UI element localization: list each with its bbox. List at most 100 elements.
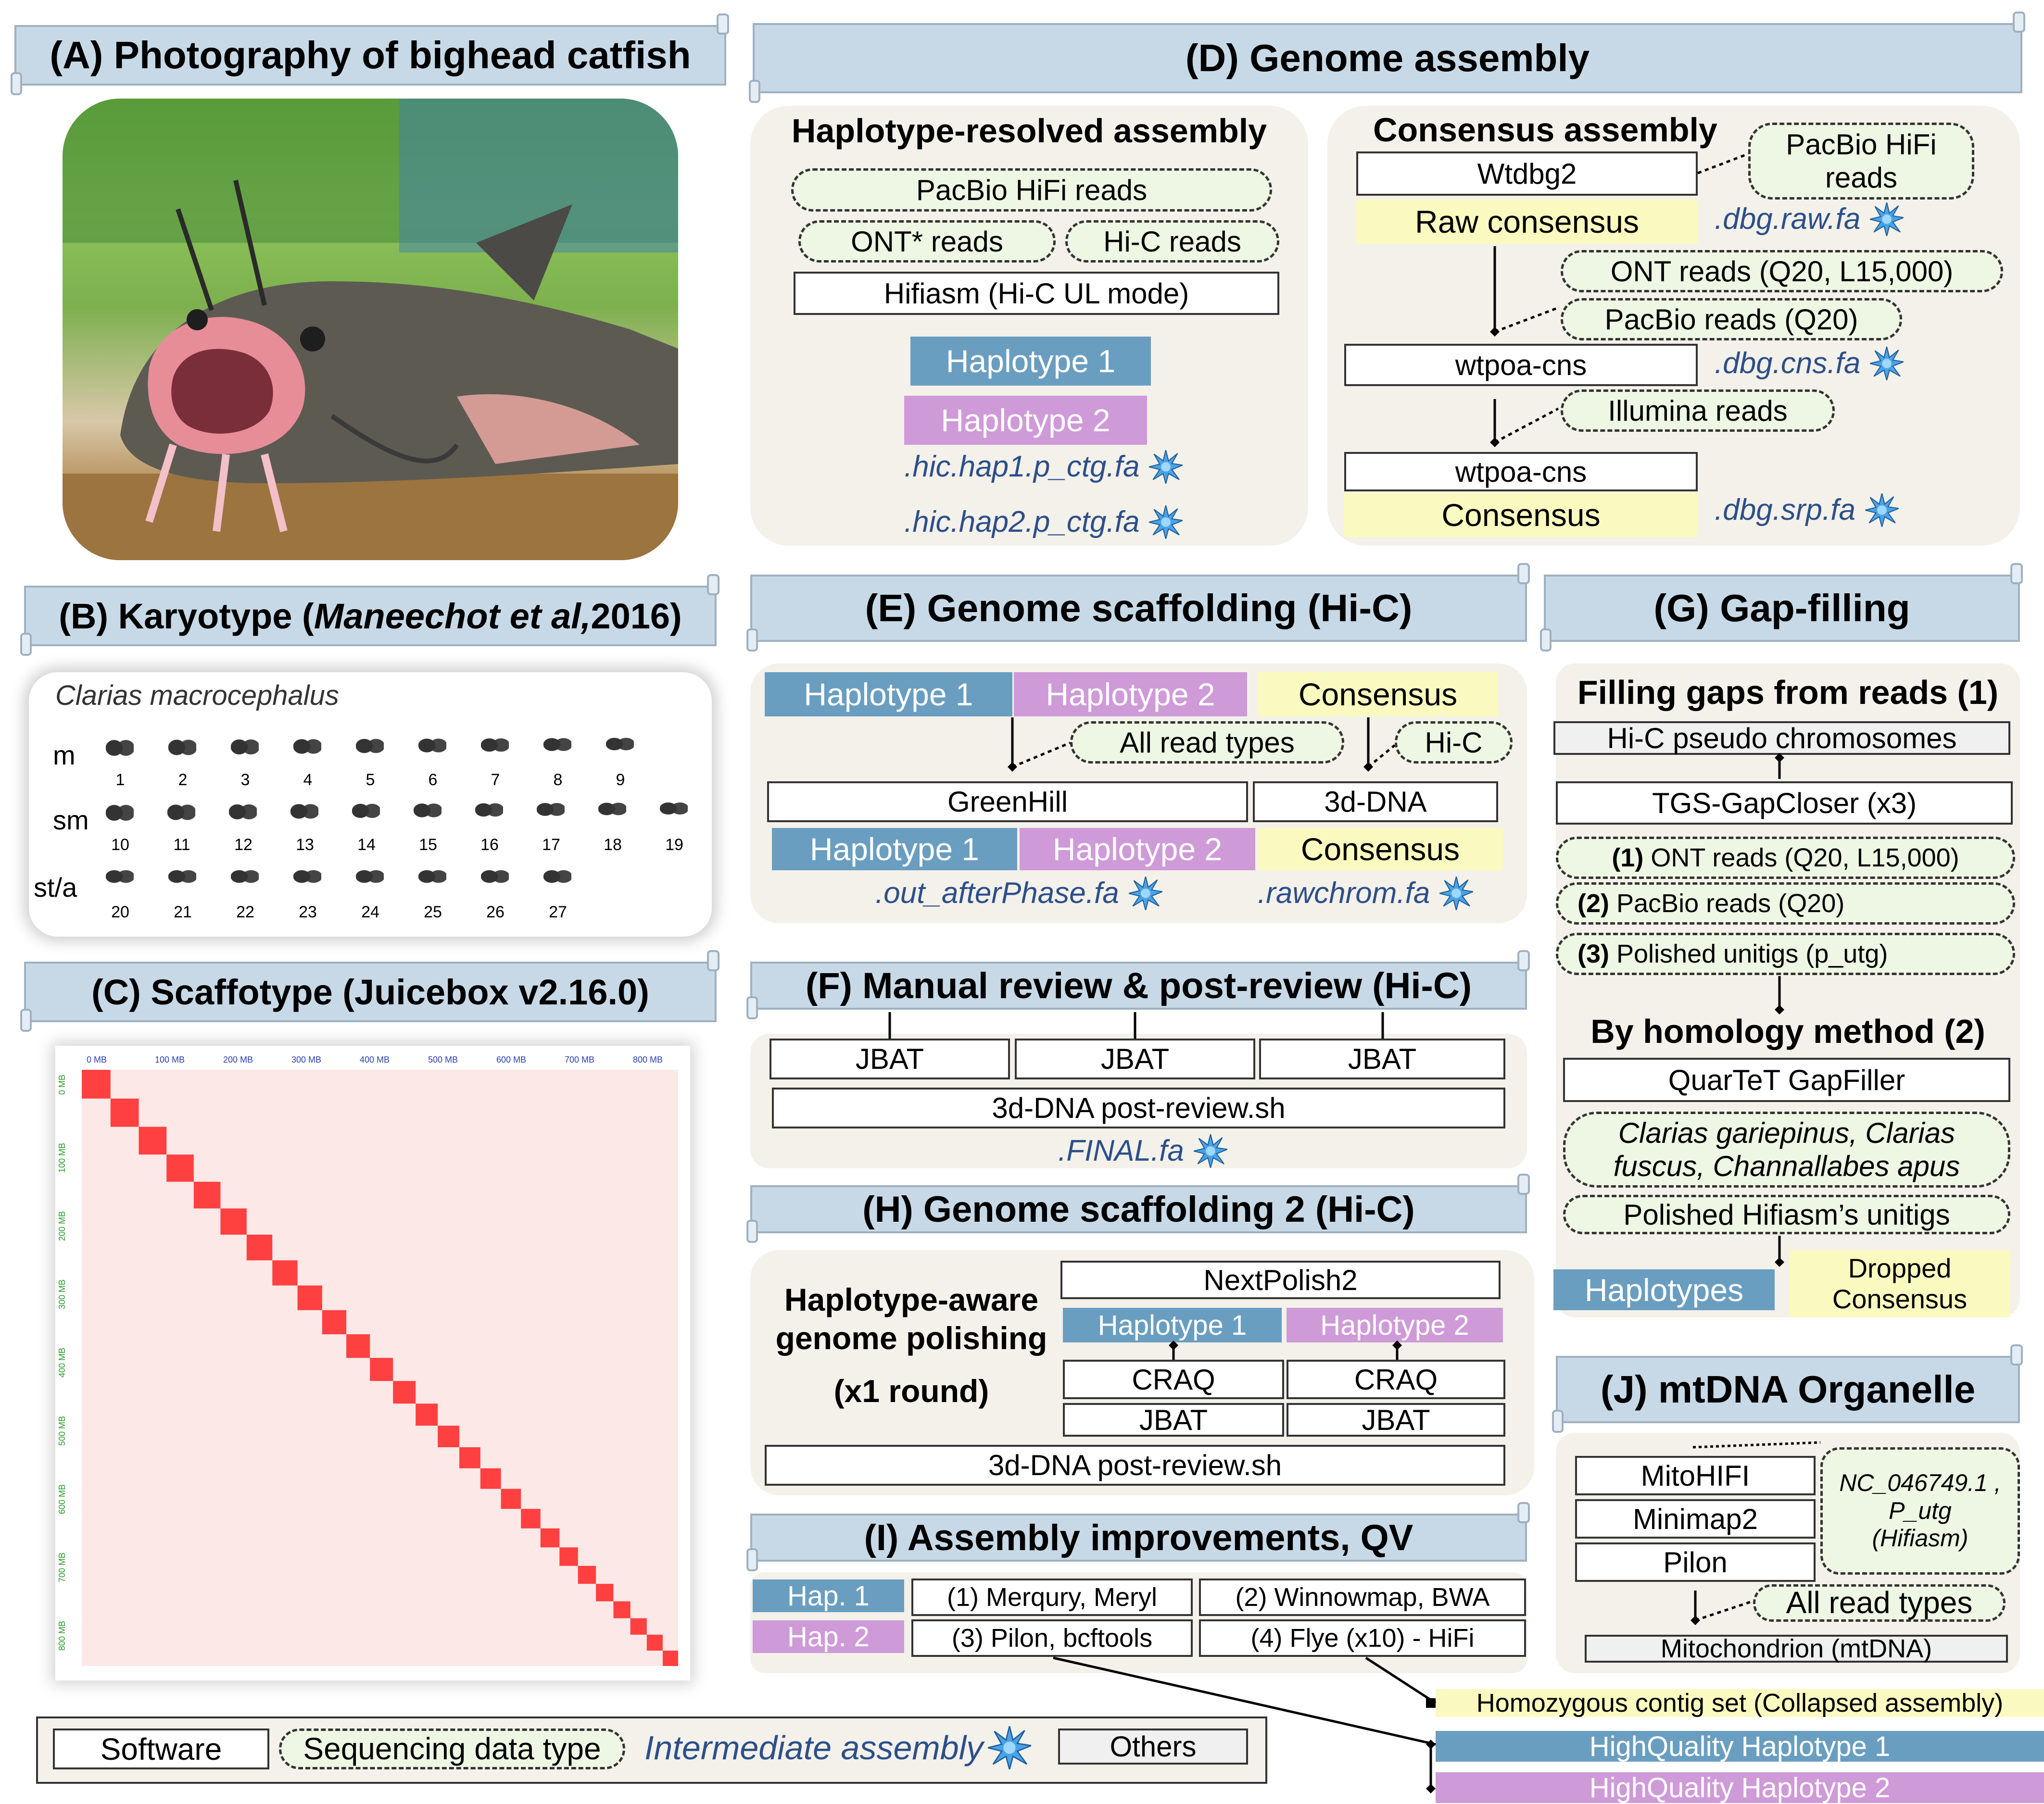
g-haplotypes: Haplotypes bbox=[1553, 1269, 1775, 1310]
chromosome-block bbox=[613, 1601, 631, 1618]
panel-f-title: (F) Manual review & post-review (Hi-C) bbox=[805, 965, 1472, 1006]
chromosome-number: 26 bbox=[486, 903, 505, 921]
chromosome-number: 3 bbox=[240, 771, 250, 789]
intermediate-assembly-icon bbox=[1194, 1134, 1227, 1168]
3d-dna-software: 3d-DNA bbox=[1253, 781, 1498, 822]
chromosome-block bbox=[370, 1358, 393, 1381]
gap-ont-reads: (1) ONT reads (Q20, L15,000) bbox=[1556, 837, 2015, 879]
post-review-script: 3d-DNA post-review.sh bbox=[772, 1088, 1505, 1128]
gap-pacbio-reads: (2) PacBio reads (Q20) bbox=[1556, 882, 2015, 925]
chromosome-block bbox=[346, 1334, 370, 1358]
chromosome-block bbox=[438, 1426, 460, 1448]
mitohifi-software: MitoHIFI bbox=[1575, 1456, 1816, 1495]
hq-haplotype-2: HighQuality Haplotype 2 bbox=[1436, 1772, 2044, 1804]
chromosome-number: 14 bbox=[357, 836, 376, 854]
hq-haplotype-1: HighQuality Haplotype 1 bbox=[1436, 1731, 2044, 1762]
craq-2: CRAQ bbox=[1287, 1360, 1505, 1399]
legend-intermediate: Intermediate assembly bbox=[644, 1726, 1031, 1769]
chromosome bbox=[537, 795, 565, 824]
final-output: .FINAL.fa bbox=[1058, 1134, 1227, 1168]
chromosome-block bbox=[459, 1447, 480, 1468]
chromosome-block bbox=[540, 1528, 560, 1548]
chromosome bbox=[418, 862, 446, 891]
hic-heatmap: 0 MB 100 MB 200 MB 300 MB 400 MB 500 MB 600 MB… bbox=[57, 1055, 678, 1666]
mtdna-reference: NC_046749.1 , P_utg (Hifiasm) bbox=[1820, 1447, 2020, 1575]
winnowmap-bwa: (2) Winnowmap, BWA bbox=[1199, 1578, 1526, 1616]
wtpoa-cns-2: wtpoa-cns bbox=[1344, 452, 1698, 491]
intermediate-assembly-icon bbox=[1149, 505, 1183, 539]
panel-j-header: (J) mtDNA Organelle bbox=[1552, 1344, 2023, 1433]
wtdbg2-software: Wtdbg2 bbox=[1356, 151, 1698, 196]
chromosome bbox=[660, 795, 688, 822]
chromosome-number: 13 bbox=[296, 836, 314, 854]
homozygous-contig-set: Homozygous contig set (Collapsed assembl… bbox=[1436, 1689, 2044, 1717]
chromosome bbox=[481, 862, 509, 891]
x-tick-label: 200 MB bbox=[223, 1055, 253, 1065]
gap-polished-unitigs: (3) Polished unitigs (p_utg) bbox=[1556, 933, 2015, 975]
chromosome bbox=[543, 730, 571, 759]
legend-intermediate-label: Intermediate assembly bbox=[644, 1729, 984, 1766]
chromosome-block bbox=[139, 1127, 167, 1155]
jbat-2: JBAT bbox=[1015, 1039, 1255, 1079]
chromosome-block bbox=[596, 1584, 614, 1602]
raw-output-label: .dbg.raw.fa bbox=[1715, 202, 1861, 236]
y-tick-label: 400 MB bbox=[57, 1348, 67, 1378]
mtdna-ref-1: NC_046749.1 , bbox=[1839, 1469, 2001, 1497]
panel-h-title: (H) Genome scaffolding 2 (Hi-C) bbox=[862, 1189, 1415, 1230]
y-tick-label: 200 MB bbox=[57, 1211, 67, 1241]
karyotype-species: Clarias macrocephalus bbox=[55, 680, 339, 711]
raw-consensus: Raw consensus bbox=[1356, 200, 1698, 244]
x-tick-label: 500 MB bbox=[428, 1055, 458, 1065]
panel-h-header: (H) Genome scaffolding 2 (Hi-C) bbox=[746, 1174, 1530, 1243]
chromosome-number: 16 bbox=[480, 836, 499, 854]
chromosome bbox=[293, 730, 321, 763]
hap1-output: .hic.hap1.p_ctg.fa bbox=[904, 450, 1183, 484]
intermediate-assembly-icon bbox=[1129, 877, 1162, 910]
chromosome-number: 1 bbox=[115, 771, 125, 789]
consensus-title: Consensus assembly bbox=[1373, 111, 1717, 149]
karyotype-image: Clarias macrocephalus m 1 2 3 4 5 6 7 8 9 sm 10 11 12… bbox=[29, 672, 712, 937]
gap-unitigs-label: Polished unitigs (p_utg) bbox=[1609, 939, 1888, 968]
chromosome bbox=[543, 862, 571, 891]
wtpoa-cns-1: wtpoa-cns bbox=[1344, 344, 1698, 386]
panel-i-title: (I) Assembly improvements, QV bbox=[864, 1517, 1413, 1558]
flye-hifi: (4) Flye (x10) - HiFi bbox=[1199, 1619, 1526, 1657]
intermediate-assembly-icon bbox=[1865, 493, 1899, 527]
intermediate-assembly-icon bbox=[1149, 450, 1183, 484]
chromosome bbox=[168, 730, 196, 765]
i-hap-1: Hap. 1 bbox=[753, 1579, 904, 1612]
g-dropped-consensus: Dropped Consensus bbox=[1789, 1250, 2010, 1317]
chromosome bbox=[418, 730, 446, 761]
merqury-meryl: (1) Merqury, Meryl bbox=[911, 1578, 1193, 1616]
chromosome-number: 2 bbox=[178, 771, 188, 789]
chromosome-number: 4 bbox=[303, 771, 313, 789]
chromosome-number: 24 bbox=[361, 903, 379, 921]
panel-e-header: (E) Genome scaffolding (Hi-C) bbox=[746, 563, 1530, 651]
chromosome-block bbox=[166, 1154, 194, 1182]
quartet-gapfiller: QuarTeT GapFiller bbox=[1563, 1058, 2010, 1102]
panel-b-title-pre: (B) Karyotype ( bbox=[59, 596, 314, 636]
panel-d-title: (D) Genome assembly bbox=[1185, 37, 1590, 79]
chromosome-block bbox=[322, 1310, 347, 1335]
e-hic: Hi-C bbox=[1395, 721, 1513, 764]
y-tick-label: 600 MB bbox=[57, 1484, 67, 1514]
chromosome bbox=[106, 795, 134, 831]
chromosome-number: 18 bbox=[604, 836, 622, 854]
e-all-read-types: All read types bbox=[1070, 721, 1344, 764]
chromosome-number: 9 bbox=[616, 771, 625, 789]
catfish-illustration bbox=[63, 99, 678, 560]
panel-b-title-post: 2016) bbox=[591, 596, 682, 636]
panel-d-header: (D) Genome assembly bbox=[749, 12, 2025, 103]
cns-output: .dbg.cns.fa bbox=[1715, 346, 1904, 380]
panel-a-header: (A) Photography of bighead catfish bbox=[11, 13, 729, 95]
hifiasm-software: Hifiasm (Hi-C UL mode) bbox=[794, 272, 1279, 315]
chromosome bbox=[293, 862, 321, 891]
chromosome bbox=[229, 795, 257, 829]
greenhill-software: GreenHill bbox=[767, 781, 1248, 822]
chromosome-block bbox=[297, 1285, 322, 1310]
cns-output-label: .dbg.cns.fa bbox=[1715, 347, 1861, 380]
chromosome-number: 25 bbox=[424, 903, 442, 921]
y-tick-label: 700 MB bbox=[57, 1553, 67, 1582]
chromosome bbox=[414, 795, 442, 826]
chromosome-number: 10 bbox=[111, 836, 129, 854]
